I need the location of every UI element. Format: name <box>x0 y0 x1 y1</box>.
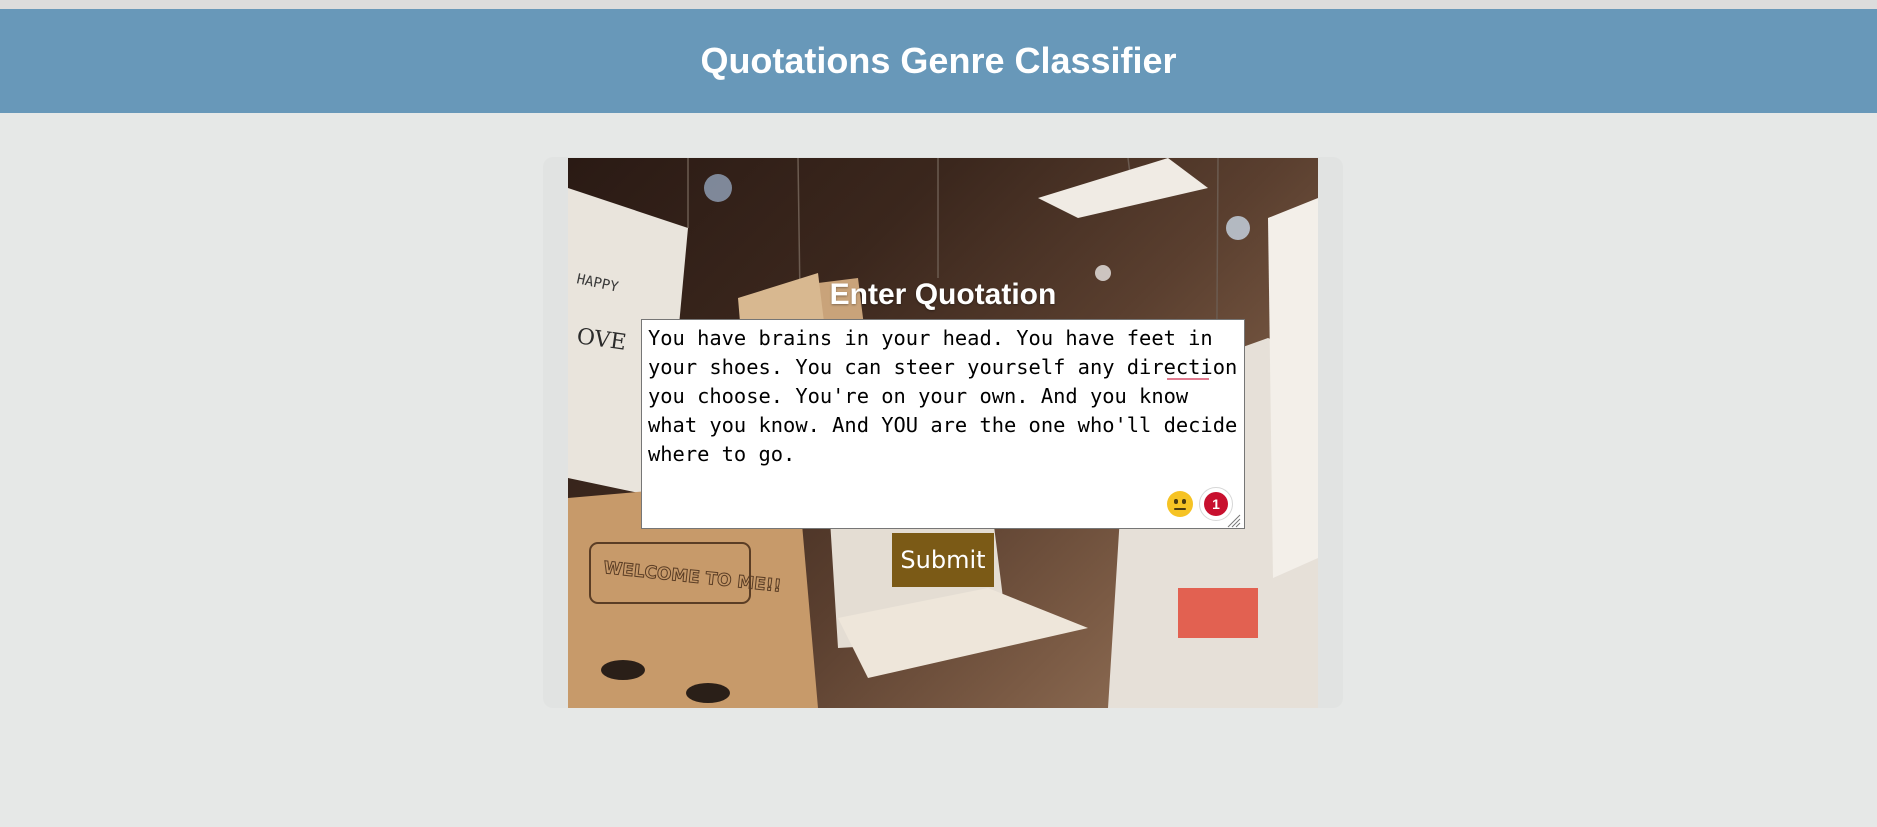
browser-top-strip <box>0 0 1877 9</box>
page-header: Quotations Genre Classifier <box>0 9 1877 113</box>
spellcheck-underline <box>1167 378 1209 380</box>
quotation-textarea[interactable]: You have brains in your head. You have f… <box>641 319 1245 529</box>
submit-button[interactable]: Submit <box>892 533 994 587</box>
resize-handle-icon[interactable] <box>1225 512 1241 528</box>
neutral-face-emoji-icon[interactable] <box>1167 491 1193 517</box>
page-title: Quotations Genre Classifier <box>700 40 1177 81</box>
form-title: Enter Quotation <box>829 278 1057 311</box>
